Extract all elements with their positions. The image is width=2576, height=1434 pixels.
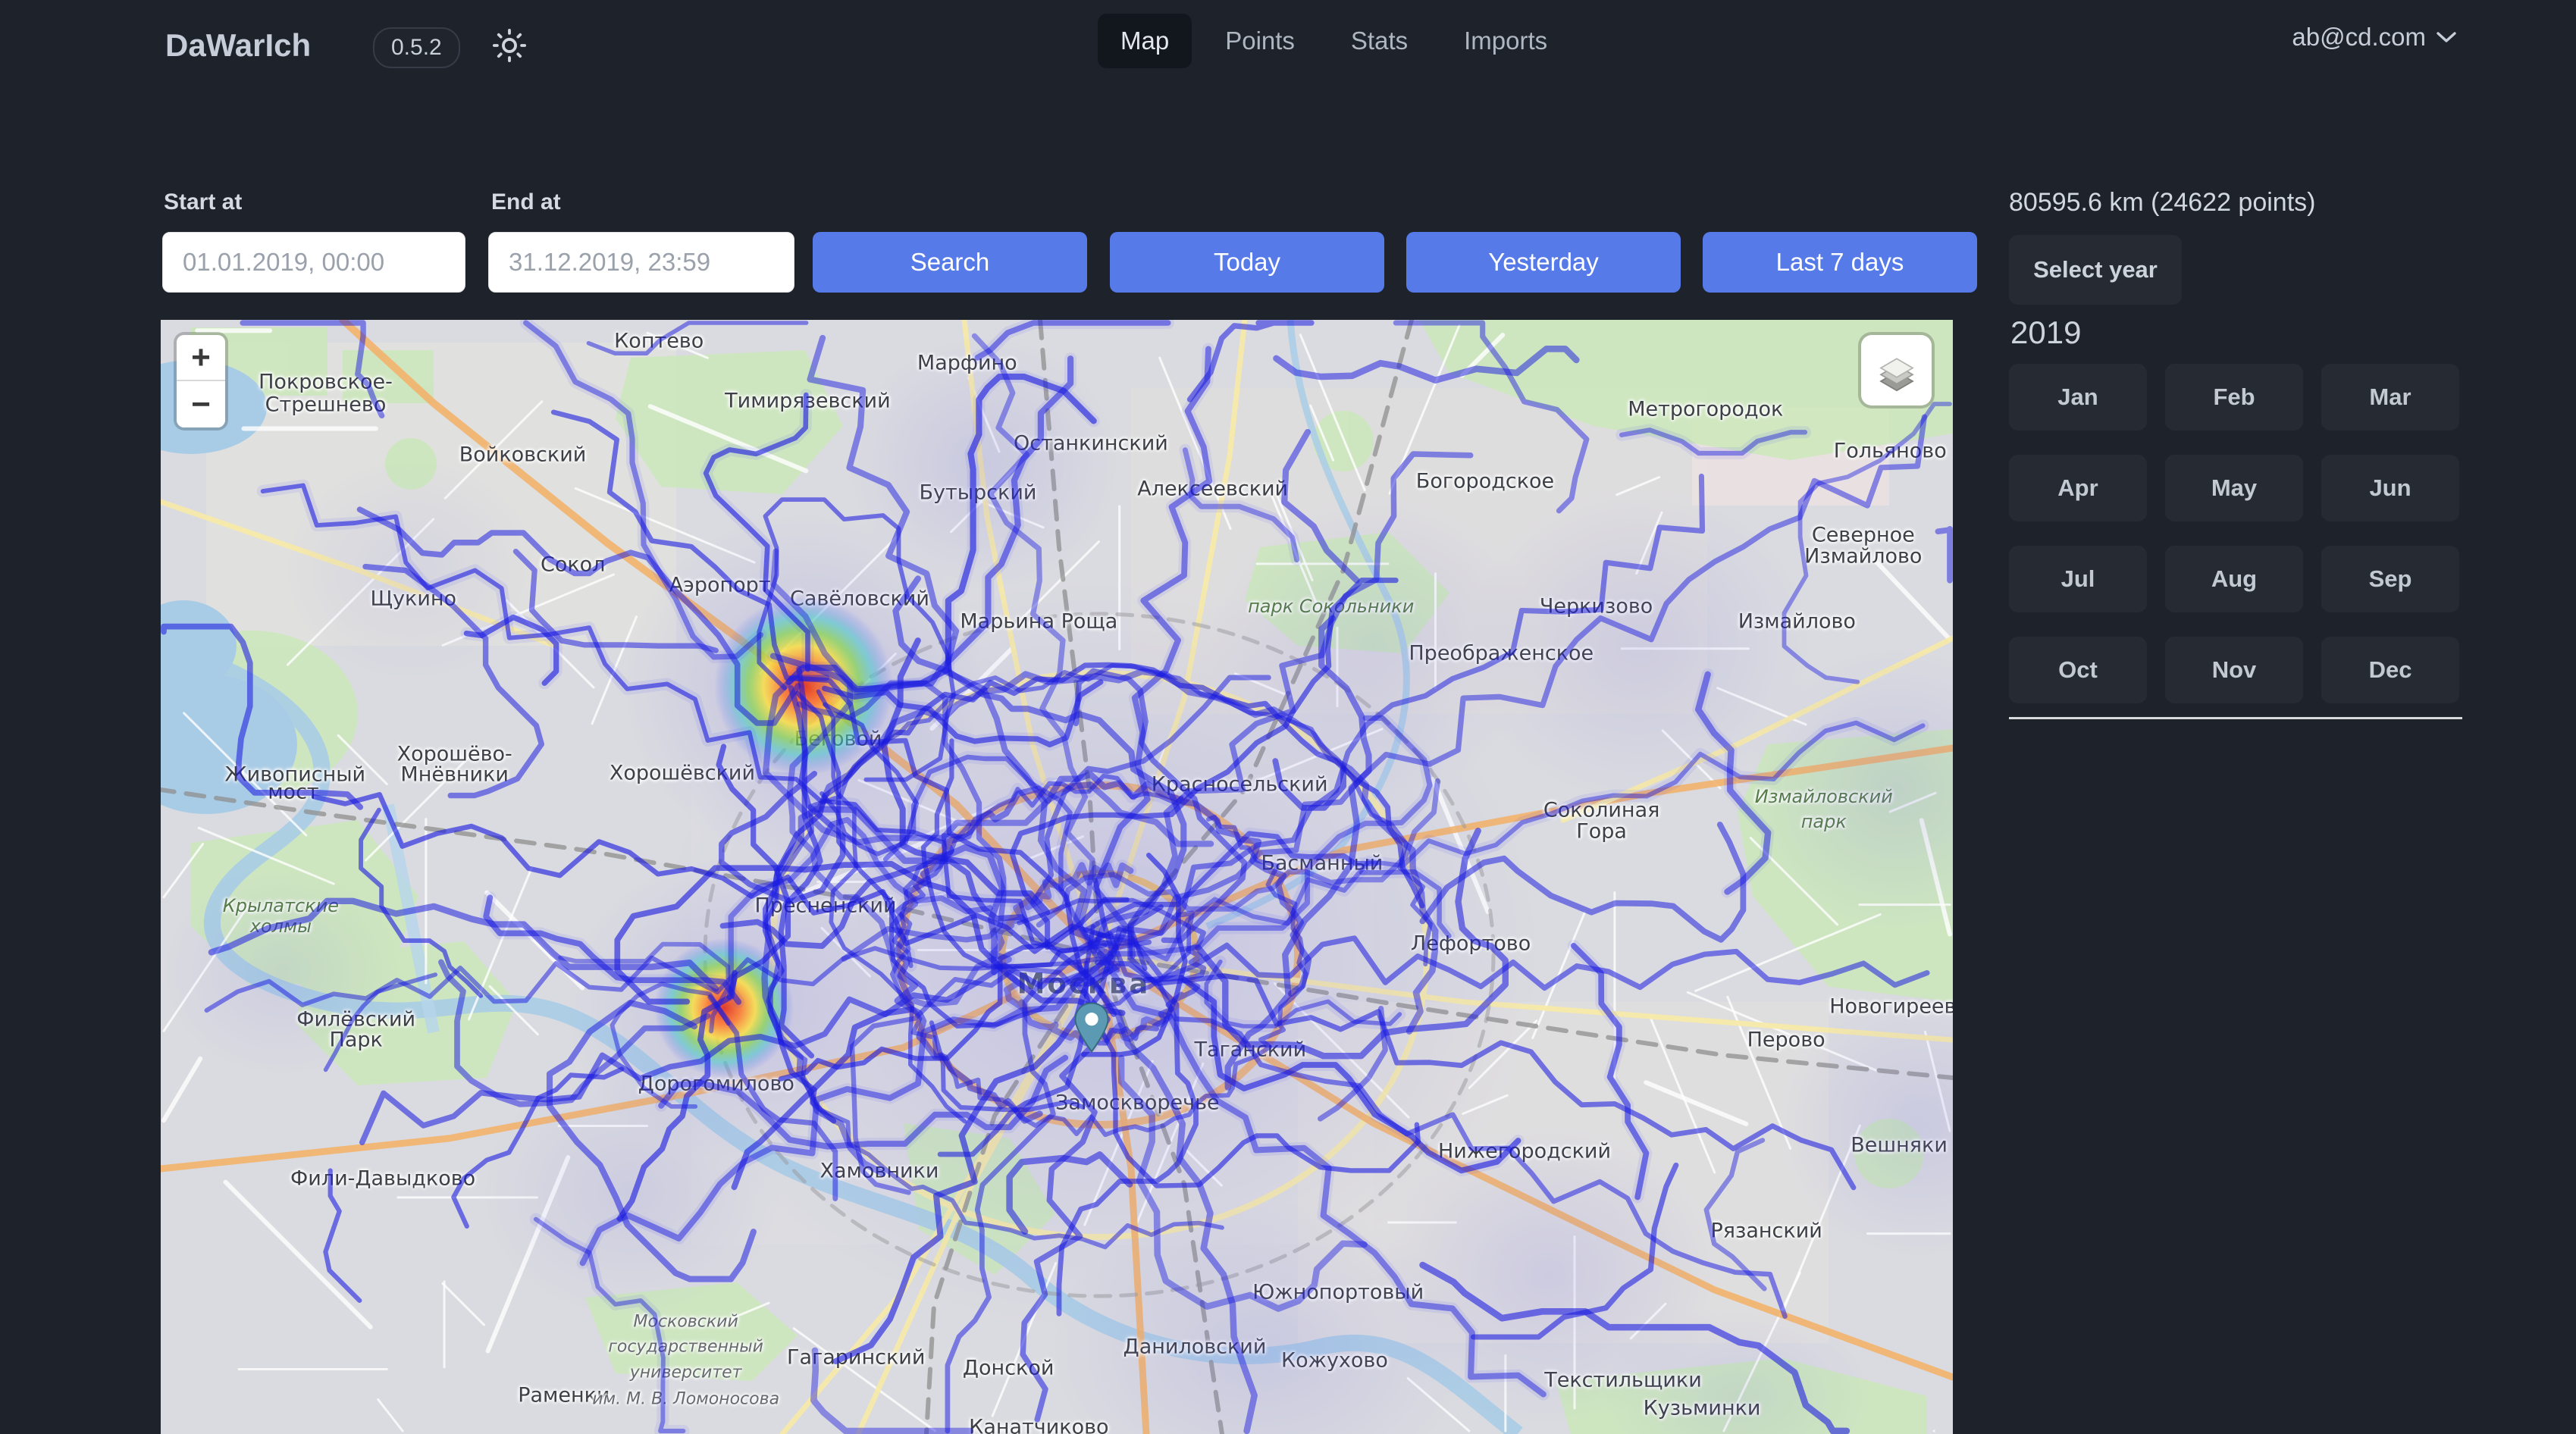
last-7-days-button[interactable]: Last 7 days: [1703, 232, 1977, 293]
month-button-dec[interactable]: Dec: [2321, 637, 2459, 703]
app-logo[interactable]: DaWarIch: [165, 27, 311, 64]
tab-points[interactable]: Points: [1202, 14, 1318, 68]
layers-control-button[interactable]: [1861, 335, 1932, 405]
month-button-apr[interactable]: Apr: [2009, 455, 2147, 521]
user-email: ab@cd.com: [2292, 23, 2426, 52]
sidebar-divider: [2009, 717, 2462, 719]
map-zoom-control: + −: [177, 335, 225, 427]
tab-imports[interactable]: Imports: [1441, 14, 1570, 68]
zoom-in-button[interactable]: +: [177, 335, 225, 381]
month-button-sep[interactable]: Sep: [2321, 546, 2459, 612]
month-button-jun[interactable]: Jun: [2321, 455, 2459, 521]
yesterday-button[interactable]: Yesterday: [1406, 232, 1681, 293]
month-button-aug[interactable]: Aug: [2165, 546, 2303, 612]
month-button-feb[interactable]: Feb: [2165, 364, 2303, 431]
user-menu[interactable]: ab@cd.com: [2292, 23, 2456, 52]
tab-map[interactable]: Map: [1098, 14, 1192, 68]
layers-icon: [1876, 349, 1918, 392]
month-button-mar[interactable]: Mar: [2321, 364, 2459, 431]
sun-icon: [492, 28, 527, 63]
today-button[interactable]: Today: [1110, 232, 1384, 293]
select-year-button[interactable]: Select year: [2009, 235, 2182, 305]
chevron-down-icon: [2437, 31, 2456, 43]
start-date-input[interactable]: [162, 232, 465, 293]
distance-points-stats: 80595.6 km (24622 points): [2009, 188, 2315, 218]
month-button-jan[interactable]: Jan: [2009, 364, 2147, 431]
month-button-jul[interactable]: Jul: [2009, 546, 2147, 612]
dawarich-app: { "app": { "name": "DaWarIch", "version"…: [0, 0, 2576, 1434]
main-nav: MapPointsStatsImports: [1098, 14, 1570, 68]
end-date-input[interactable]: [488, 232, 794, 293]
month-button-oct[interactable]: Oct: [2009, 637, 2147, 703]
end-at-label: End at: [491, 189, 561, 215]
months-grid: Jan Feb Mar Apr May Jun Jul Aug Sep Oct Nov Dec: [2009, 364, 2464, 703]
map-canvas[interactable]: КоптевоПокровское-СтрешневоТимирязевский…: [161, 320, 1953, 1434]
zoom-out-button[interactable]: −: [177, 381, 225, 427]
month-button-nov[interactable]: Nov: [2165, 637, 2303, 703]
search-button[interactable]: Search: [813, 232, 1087, 293]
location-marker-icon[interactable]: [1073, 1002, 1110, 1057]
start-at-label: Start at: [164, 189, 242, 215]
year-heading: 2019: [2010, 315, 2081, 351]
theme-toggle-button[interactable]: [489, 25, 530, 66]
month-button-may[interactable]: May: [2165, 455, 2303, 521]
version-badge: 0.5.2: [373, 27, 460, 68]
tab-stats[interactable]: Stats: [1328, 14, 1431, 68]
gps-tracks-overlay: [161, 320, 1953, 1434]
